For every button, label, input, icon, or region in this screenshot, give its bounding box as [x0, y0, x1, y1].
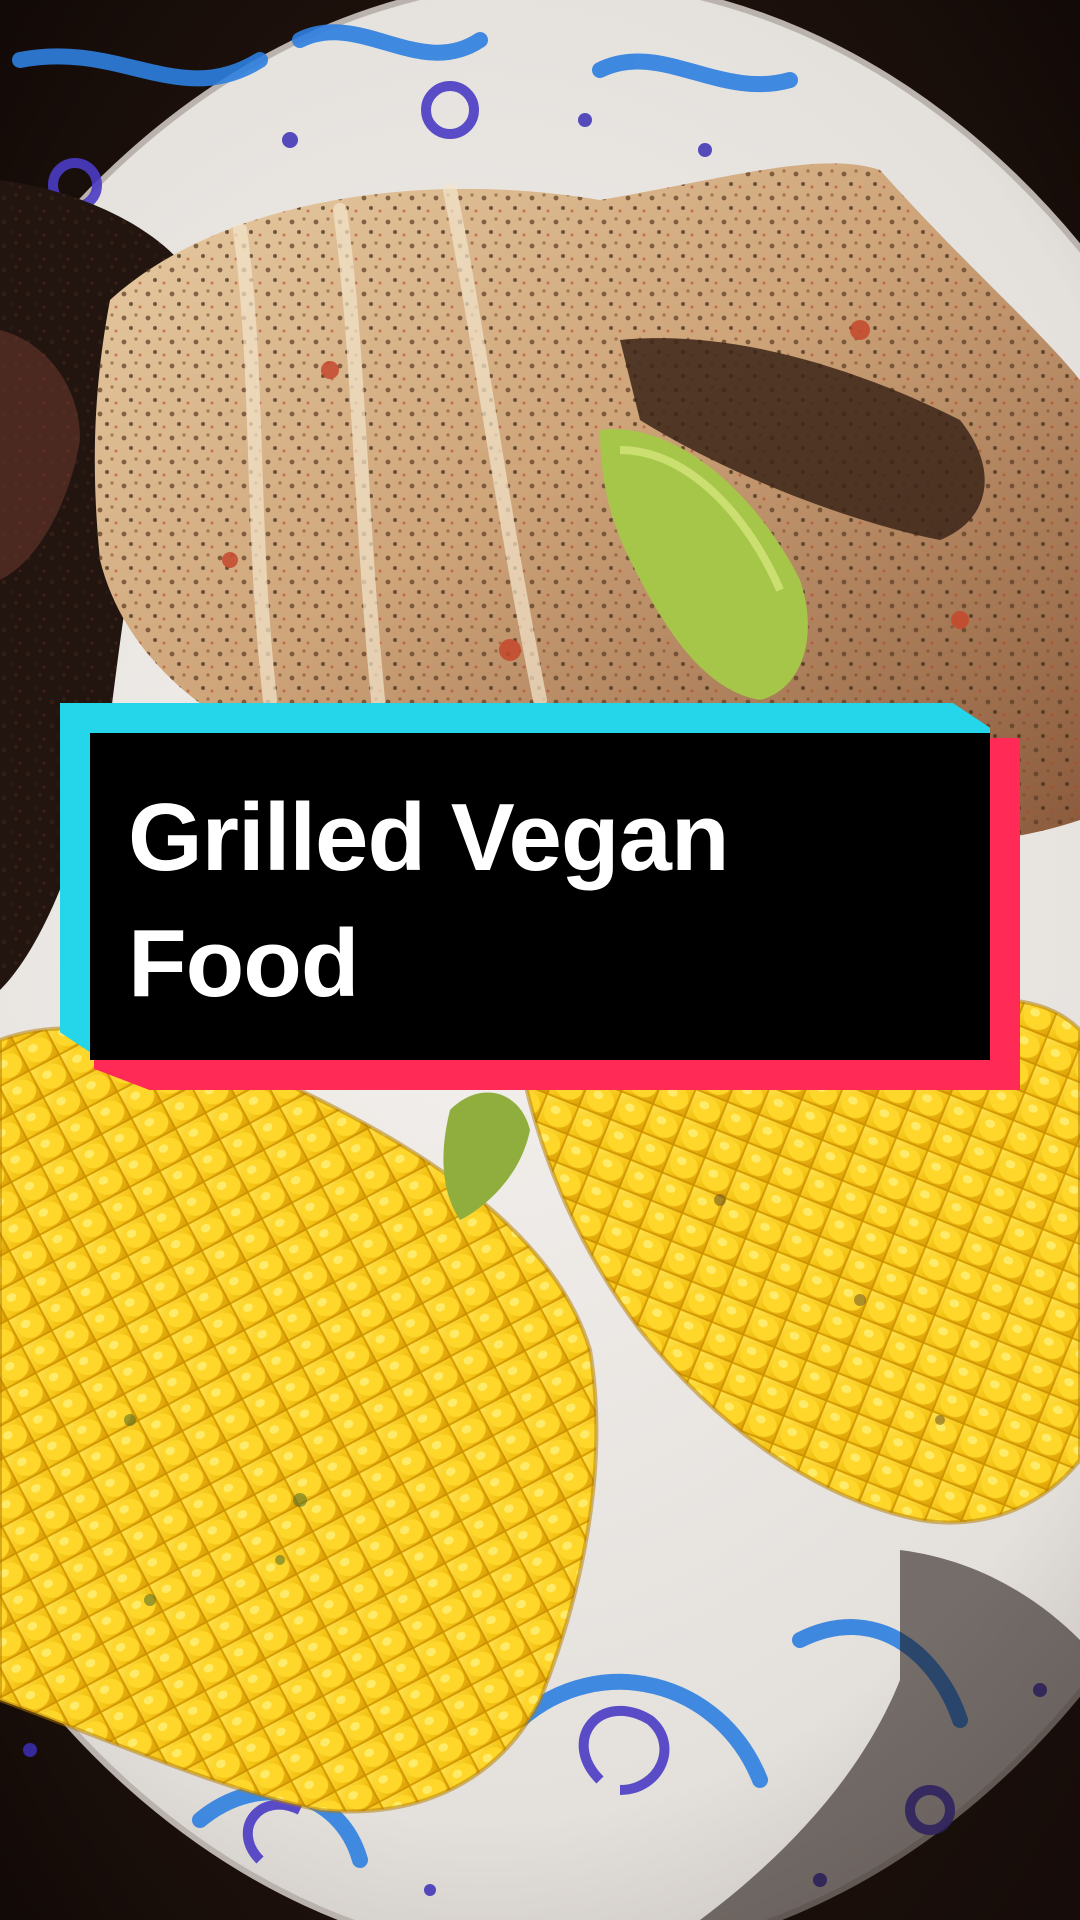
food-photo-svg	[0, 0, 1080, 1920]
food-photo	[0, 0, 1080, 1920]
